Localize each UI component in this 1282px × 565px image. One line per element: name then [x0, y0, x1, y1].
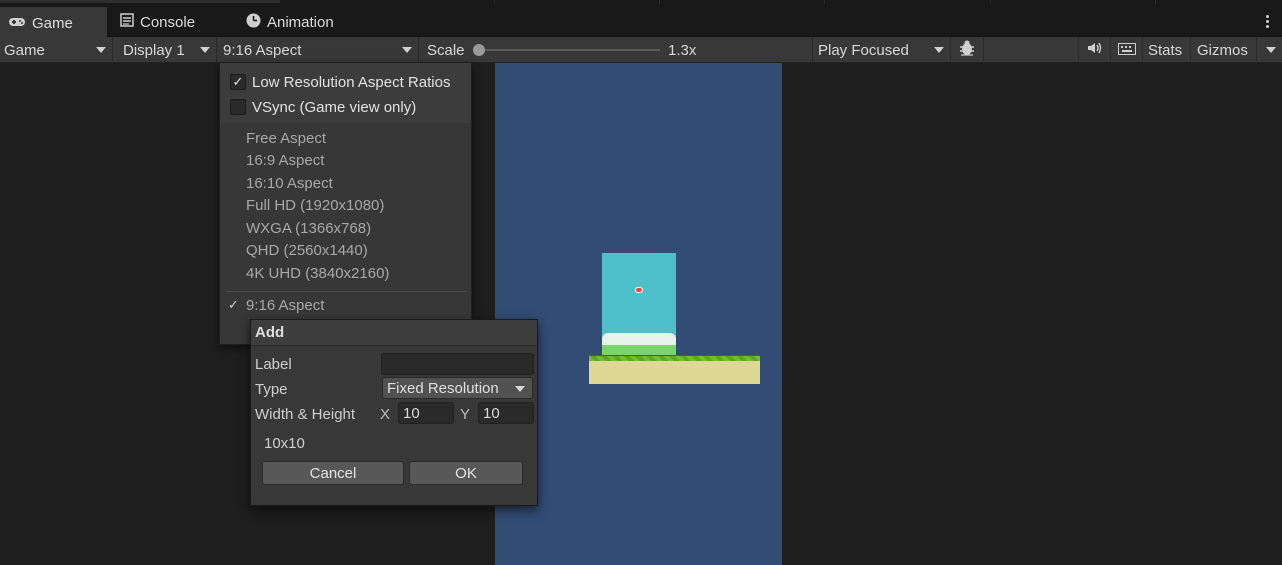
aspect-item-label: 4K UHD (3840x2160) — [246, 264, 390, 282]
game-bushes — [602, 345, 676, 355]
ok-button[interactable]: OK — [409, 461, 523, 485]
display-dropdown[interactable]: Display 1 — [119, 37, 217, 63]
bug-icon — [958, 39, 976, 61]
gizmos-label: Gizmos — [1197, 41, 1248, 59]
tab-game[interactable]: Game — [0, 7, 107, 37]
aspect-item-full-hd[interactable]: Full HD (1920x1080) — [246, 194, 384, 216]
type-select[interactable]: Fixed Resolution — [382, 377, 533, 399]
view-mode-label: Game — [4, 41, 45, 59]
height-axis-label: Y — [460, 405, 471, 423]
bird-sprite — [635, 287, 643, 293]
aspect-item-label: Full HD (1920x1080) — [246, 196, 385, 214]
scale-label: Scale — [423, 37, 473, 63]
aspect-item-16-9[interactable]: 16:9 Aspect — [246, 149, 324, 171]
game-ground — [589, 361, 760, 384]
console-icon — [120, 13, 134, 31]
tab-animation[interactable]: Animation — [238, 7, 368, 37]
mute-audio-button[interactable] — [1079, 37, 1111, 63]
low-res-aspect-label: Low Resolution Aspect Ratios — [252, 73, 451, 91]
aspect-menu: ✓ Low Resolution Aspect Ratios VSync (Ga… — [219, 62, 472, 345]
scale-slider-handle[interactable] — [473, 44, 485, 56]
toolbar-separator — [812, 37, 813, 63]
cancel-button[interactable]: Cancel — [262, 461, 404, 485]
more-options-icon[interactable] — [1266, 15, 1270, 29]
game-view — [0, 63, 1282, 565]
gizmos-dropdown[interactable] — [1257, 37, 1282, 63]
aspect-item-label: Free Aspect — [246, 129, 327, 147]
aspect-item-label: WXGA (1366x768) — [246, 219, 372, 237]
stats-button[interactable]: Stats — [1144, 37, 1191, 63]
width-axis-label: X — [380, 405, 391, 423]
top-strip-block — [0, 0, 280, 3]
view-mode-dropdown[interactable]: Game — [0, 37, 113, 63]
aspect-item-16-10[interactable]: 16:10 Aspect — [246, 172, 333, 194]
gizmos-button[interactable]: Gizmos — [1193, 37, 1255, 63]
play-mode-dropdown[interactable]: Play Focused — [814, 37, 951, 63]
scale-slider-track[interactable] — [480, 49, 660, 51]
tab-label: Animation — [267, 13, 334, 31]
aspect-item-label: 16:10 Aspect — [246, 174, 333, 192]
checkbox-unchecked[interactable] — [230, 99, 246, 115]
chevron-down-icon — [1266, 47, 1276, 53]
add-resolution-dialog: Add Label Type Fixed Resolution Width & … — [250, 319, 538, 506]
stats-label: Stats — [1148, 41, 1183, 59]
aspect-item-free[interactable]: Free Aspect — [246, 127, 326, 149]
debug-button[interactable] — [951, 37, 984, 63]
game-clouds — [602, 333, 676, 345]
display-label: Display 1 — [123, 41, 185, 59]
game-view-toolbar: Game Display 1 9:16 Aspect Scale 1.3x Pl… — [0, 37, 1282, 63]
keyboard-icon — [1117, 42, 1136, 59]
dialog-title: Add — [251, 320, 537, 346]
height-input[interactable]: 10 — [478, 402, 534, 424]
speaker-icon — [1087, 41, 1103, 59]
label-input[interactable] — [381, 353, 534, 375]
top-strip-divider — [659, 0, 660, 4]
type-select-value: Fixed Resolution — [387, 379, 499, 397]
aspect-item-wxga[interactable]: WXGA (1366x768) — [246, 217, 371, 239]
aspect-item-4k-uhd[interactable]: 4K UHD (3840x2160) — [246, 262, 389, 284]
top-strip-divider — [1155, 0, 1156, 4]
top-strip-divider — [990, 0, 991, 4]
aspect-item-9-16[interactable]: 9:16 Aspect — [246, 294, 324, 316]
chevron-down-icon — [402, 47, 412, 53]
aspect-item-label: 16:9 Aspect — [246, 151, 325, 169]
animation-clock-icon — [246, 13, 261, 32]
top-strip-divider — [824, 0, 825, 4]
chevron-down-icon — [96, 47, 106, 53]
gamepad-icon — [8, 15, 26, 32]
chevron-down-icon — [200, 47, 210, 53]
width-input[interactable]: 10 — [398, 402, 454, 424]
menu-divider — [226, 291, 467, 292]
tab-label: Console — [140, 13, 196, 31]
size-field-label: Width & Height — [255, 405, 356, 423]
checkmark-icon: ✓ — [228, 297, 239, 312]
play-mode-label: Play Focused — [818, 41, 909, 59]
vsync-label: VSync (Game view only) — [252, 98, 417, 116]
tab-console[interactable]: Console — [112, 7, 232, 37]
aspect-item-label: 9:16 Aspect — [246, 296, 325, 314]
shortcuts-button[interactable] — [1111, 37, 1143, 63]
top-strip-divider — [494, 0, 495, 4]
resolution-preview: 10x10 — [264, 434, 305, 452]
label-field-label: Label — [255, 355, 292, 373]
chevron-down-icon — [934, 47, 944, 53]
scale-label-text: Scale — [427, 41, 465, 59]
tab-label: Game — [32, 14, 73, 32]
scale-value-text: 1.3x — [668, 41, 697, 59]
aspect-item-label: QHD (2560x1440) — [246, 241, 368, 259]
aspect-dropdown[interactable]: 9:16 Aspect — [219, 37, 419, 63]
aspect-label: 9:16 Aspect — [223, 41, 302, 59]
checkbox-checked[interactable]: ✓ — [230, 74, 246, 90]
tab-bar: Game Console Animation — [0, 6, 1282, 37]
low-res-aspect-toggle[interactable]: ✓ Low Resolution Aspect Ratios — [230, 71, 450, 93]
chevron-down-icon — [515, 386, 525, 392]
aspect-item-qhd[interactable]: QHD (2560x1440) — [246, 239, 368, 261]
type-field-label: Type — [255, 380, 288, 398]
vsync-toggle[interactable]: VSync (Game view only) — [230, 96, 416, 118]
scale-value: 1.3x — [664, 37, 714, 63]
